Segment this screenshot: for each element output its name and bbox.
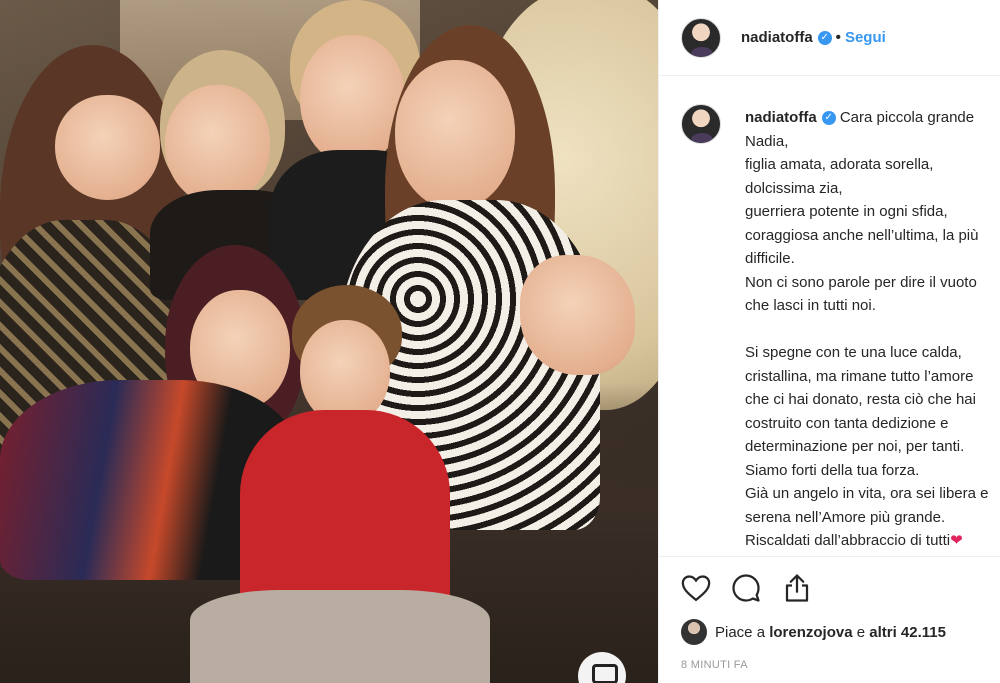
caption-line: costruito con tanta dedizione e bbox=[745, 414, 949, 432]
liker-username[interactable]: lorenzojova bbox=[769, 624, 852, 641]
caption-line: determinazione per noi, per tanti. bbox=[745, 438, 965, 455]
caption: nadiatoffa ✓ Cara piccola grande Nadia, f… bbox=[681, 96, 1000, 554]
follow-button[interactable]: Segui bbox=[845, 29, 886, 46]
caption-line-0: nadiatoffa ✓ Cara piccola grande bbox=[745, 109, 975, 126]
caption-line-last: Riscaldati dall’abbraccio di tutti❤ bbox=[745, 532, 963, 549]
caption-line: Siamo forti della tua forza. bbox=[745, 461, 920, 479]
caption-line: Nadia, bbox=[745, 132, 789, 150]
verified-badge-icon: ✓ bbox=[817, 31, 832, 46]
heart-icon bbox=[681, 575, 711, 602]
caption-line: cristallina, ma rimane tutto l’amore bbox=[745, 367, 974, 385]
post-header: nadiatoffa ✓ • Segui bbox=[659, 0, 1000, 76]
caption-line: difficile. bbox=[745, 250, 795, 267]
post-timestamp: 8 MINUTI FA bbox=[681, 659, 748, 671]
caption-line: guerriera potente in ogni sfida, bbox=[745, 203, 948, 220]
likes-summary[interactable]: Piace a lorenzojova e altri 42.115 bbox=[681, 619, 946, 645]
avatar[interactable] bbox=[681, 17, 721, 58]
caption-line: che lasci in tutti noi. bbox=[745, 297, 876, 314]
post-actions: Piace a lorenzojova e altri 42.115 8 MIN… bbox=[659, 556, 1000, 683]
caption-line: Non ci sono parole per dire il vuoto bbox=[745, 273, 977, 291]
post-sidebar: nadiatoffa ✓ • Segui nadiatoffa ✓ Cara picco… bbox=[658, 0, 1000, 683]
caption-username[interactable]: nadiatoffa bbox=[745, 109, 817, 126]
caption-line: figlia amata, adorata sorella, bbox=[745, 156, 934, 173]
caption-line: Già un angelo in vita, ora sei libera e bbox=[745, 485, 989, 502]
heart-emoji: ❤ bbox=[950, 532, 963, 549]
caption-gap bbox=[745, 318, 1000, 342]
likes-count[interactable]: altri 42.115 bbox=[869, 624, 946, 641]
share-icon bbox=[785, 574, 809, 602]
caption-line: coraggiosa anche nell’ultima, la più bbox=[745, 226, 979, 244]
post-photo[interactable] bbox=[0, 0, 658, 683]
caption-line: che ci hai donato, resta ciò che hai bbox=[745, 391, 976, 408]
caption-line: serena nell’Amore più grande. bbox=[745, 508, 946, 526]
share-button[interactable] bbox=[780, 571, 814, 605]
likes-text: Piace a lorenzojova e altri 42.115 bbox=[715, 623, 946, 641]
caption-text: nadiatoffa ✓ Cara piccola grande Nadia, f… bbox=[745, 106, 1000, 553]
comment-button[interactable] bbox=[729, 571, 763, 605]
caption-line: Si spegne con te una luce calda, bbox=[745, 344, 962, 361]
verified-badge-icon: ✓ bbox=[821, 111, 836, 126]
like-button[interactable] bbox=[679, 571, 713, 605]
comment-icon bbox=[732, 574, 760, 602]
caption-line: dolcissima zia, bbox=[745, 179, 843, 197]
caption-avatar[interactable] bbox=[681, 104, 721, 144]
separator-dot: • bbox=[835, 29, 841, 46]
username-link[interactable]: nadiatoffa ✓ • Segui bbox=[741, 29, 886, 46]
liker-avatar bbox=[681, 619, 707, 645]
